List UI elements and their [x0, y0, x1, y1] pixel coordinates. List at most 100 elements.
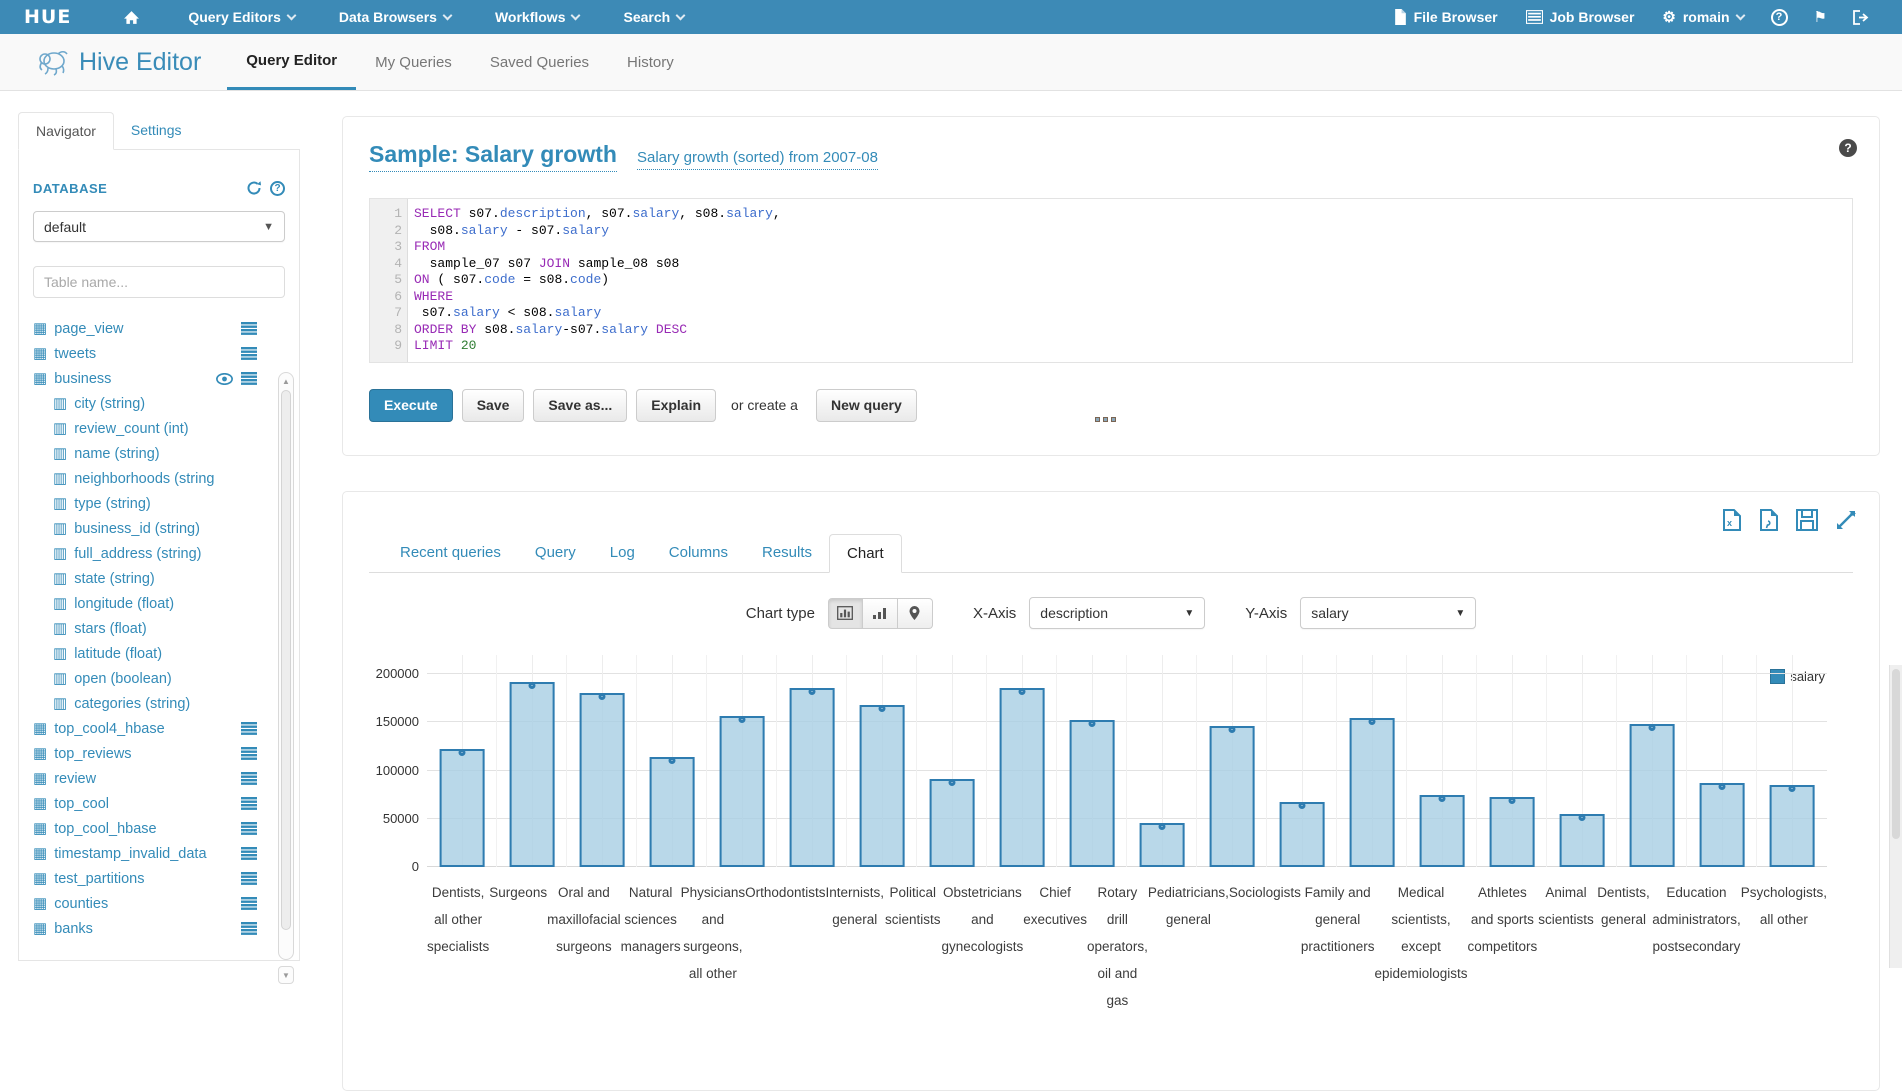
results-tab-log[interactable]: Log — [593, 534, 652, 572]
results-tab-columns[interactable]: Columns — [652, 534, 745, 572]
bar-oral-and-maxillofacial-surgeons[interactable] — [580, 693, 625, 867]
column-row-neighborhoods-string[interactable]: ▥neighborhoods (string — [33, 466, 285, 491]
column-row-open-boolean[interactable]: ▥open (boolean) — [33, 666, 285, 691]
column-row-stars-float[interactable]: ▥stars (float) — [33, 616, 285, 641]
xaxis-select[interactable]: description ▼ — [1029, 597, 1205, 629]
browse-data-icon[interactable] — [241, 747, 257, 760]
column-row-business-id-string[interactable]: ▥business_id (string) — [33, 516, 285, 541]
browse-data-icon[interactable] — [241, 347, 257, 360]
topnav-menu-data-browsers[interactable]: Data Browsers — [317, 0, 473, 34]
column-row-full-address-string[interactable]: ▥full_address (string) — [33, 541, 285, 566]
table-row-top-cool-hbase[interactable]: ▦top_cool_hbase — [33, 816, 285, 841]
sidebar-tab-settings[interactable]: Settings — [114, 112, 199, 149]
chart-type-ascending-button[interactable] — [863, 598, 898, 629]
table-row-banks[interactable]: ▦banks — [33, 916, 285, 941]
column-row-state-string[interactable]: ▥state (string) — [33, 566, 285, 591]
download-xls-icon[interactable]: x — [1722, 509, 1742, 531]
table-row-test-partitions[interactable]: ▦test_partitions — [33, 866, 285, 891]
results-tab-chart[interactable]: Chart — [829, 534, 902, 573]
results-tab-recent-queries[interactable]: Recent queries — [383, 534, 518, 572]
table-row-counties[interactable]: ▦counties — [33, 891, 285, 916]
table-row-tweets[interactable]: ▦tweets — [33, 341, 285, 366]
column-row-categories-string[interactable]: ▥categories (string) — [33, 691, 285, 716]
expand-results-icon[interactable] — [1835, 509, 1857, 531]
bar-family-and-general-practitioners[interactable] — [1350, 718, 1395, 867]
preview-eye-icon[interactable] — [216, 373, 233, 385]
browse-data-icon[interactable] — [241, 897, 257, 910]
bar-chief-executives[interactable] — [1070, 720, 1115, 867]
logout-button[interactable] — [1840, 10, 1882, 25]
hue-logo[interactable]: HUE — [0, 0, 97, 34]
bar-internists-general[interactable] — [860, 705, 905, 867]
download-csv-icon[interactable] — [1759, 509, 1779, 531]
browse-data-icon[interactable] — [241, 872, 257, 885]
column-row-review-count-int[interactable]: ▥review_count (int) — [33, 416, 285, 441]
table-filter-input[interactable] — [33, 266, 285, 298]
column-row-longitude-float[interactable]: ▥longitude (float) — [33, 591, 285, 616]
scroll-up-icon[interactable]: ▲ — [279, 373, 293, 389]
execute-button[interactable]: Execute — [369, 389, 453, 422]
bar-political-scientists[interactable] — [930, 779, 975, 867]
table-row-page-view[interactable]: ▦page_view — [33, 316, 285, 341]
sql-code[interactable]: SELECT s07.description, s07.salary, s08.… — [408, 199, 1852, 362]
bar-animal-scientists[interactable] — [1560, 814, 1605, 867]
table-row-top-reviews[interactable]: ▦top_reviews — [33, 741, 285, 766]
window-scrollbar-thumb[interactable] — [1892, 669, 1900, 839]
table-row-business[interactable]: ▦business — [33, 366, 285, 391]
explain-button[interactable]: Explain — [636, 389, 716, 422]
editor-help-icon[interactable]: ? — [1839, 139, 1857, 157]
app-tab-query-editor[interactable]: Query Editor — [227, 34, 356, 90]
bar-surgeons[interactable] — [510, 682, 555, 867]
query-title[interactable]: Sample: Salary growth — [369, 141, 617, 172]
scrollbar-thumb[interactable] — [281, 390, 291, 930]
bar-obstetricians-and-gynecologists[interactable] — [1000, 688, 1045, 867]
bar-athletes-and-sports-competitors[interactable] — [1490, 797, 1535, 867]
job-browser-button[interactable]: Job Browser — [1512, 9, 1649, 25]
bar-education-administrators-postsecondary[interactable] — [1700, 783, 1745, 867]
bar-dentists-general[interactable] — [1630, 724, 1675, 867]
yaxis-select[interactable]: salary ▼ — [1300, 597, 1476, 629]
bar-natural-sciences-managers[interactable] — [650, 757, 695, 867]
bar-pediatricians-general[interactable] — [1210, 726, 1255, 867]
sidebar-tab-navigator[interactable]: Navigator — [18, 112, 114, 150]
editor-resize-handle[interactable] — [1095, 417, 1116, 422]
save-as-button[interactable]: Save as... — [533, 389, 627, 422]
results-tab-query[interactable]: Query — [518, 534, 593, 572]
scroll-down-icon[interactable]: ▼ — [278, 966, 294, 984]
file-browser-button[interactable]: File Browser — [1380, 9, 1512, 25]
app-tab-my-queries[interactable]: My Queries — [356, 34, 471, 90]
home-button[interactable] — [97, 0, 166, 34]
browse-data-icon[interactable] — [241, 322, 257, 335]
sidebar-scrollbar[interactable]: ▲ — [278, 372, 294, 960]
topnav-menu-search[interactable]: Search — [601, 0, 706, 34]
chart-type-map-button[interactable] — [898, 598, 933, 629]
refresh-icon[interactable] — [246, 180, 262, 196]
table-row-review[interactable]: ▦review — [33, 766, 285, 791]
bar-sociologists[interactable] — [1280, 802, 1325, 867]
database-select[interactable]: default ▼ — [33, 211, 285, 242]
column-row-latitude-float[interactable]: ▥latitude (float) — [33, 641, 285, 666]
sql-editor[interactable]: 123456789 SELECT s07.description, s07.sa… — [369, 198, 1853, 363]
column-row-name-string[interactable]: ▥name (string) — [33, 441, 285, 466]
browse-data-icon[interactable] — [241, 372, 257, 385]
window-scrollbar[interactable] — [1889, 665, 1902, 968]
chart-type-bars-button[interactable] — [828, 598, 863, 629]
app-tab-saved-queries[interactable]: Saved Queries — [471, 34, 608, 90]
database-help-icon[interactable]: ? — [270, 181, 285, 196]
bar-physicians-and-surgeons-all-other[interactable] — [720, 716, 765, 867]
table-row-top-cool[interactable]: ▦top_cool — [33, 791, 285, 816]
query-description[interactable]: Salary growth (sorted) from 2007-08 — [637, 149, 878, 170]
bar-dentists-all-other-specialists[interactable] — [440, 749, 485, 867]
column-row-type-string[interactable]: ▥type (string) — [33, 491, 285, 516]
topnav-menu-query-editors[interactable]: Query Editors — [166, 0, 317, 34]
help-button[interactable]: ? — [1758, 9, 1801, 26]
browse-data-icon[interactable] — [241, 797, 257, 810]
hive-editor-brand[interactable]: Hive Editor — [36, 34, 201, 90]
table-row-timestamp-invalid-data[interactable]: ▦timestamp_invalid_data — [33, 841, 285, 866]
browse-data-icon[interactable] — [241, 722, 257, 735]
bar-psychologists-all-other[interactable] — [1770, 785, 1815, 867]
bar-medical-scientists-except-epidemiologists[interactable] — [1420, 795, 1465, 867]
feedback-flag-button[interactable]: ⚑ — [1801, 8, 1840, 26]
topnav-menu-workflows[interactable]: Workflows — [473, 0, 602, 34]
bar-orthodontists[interactable] — [790, 688, 835, 867]
